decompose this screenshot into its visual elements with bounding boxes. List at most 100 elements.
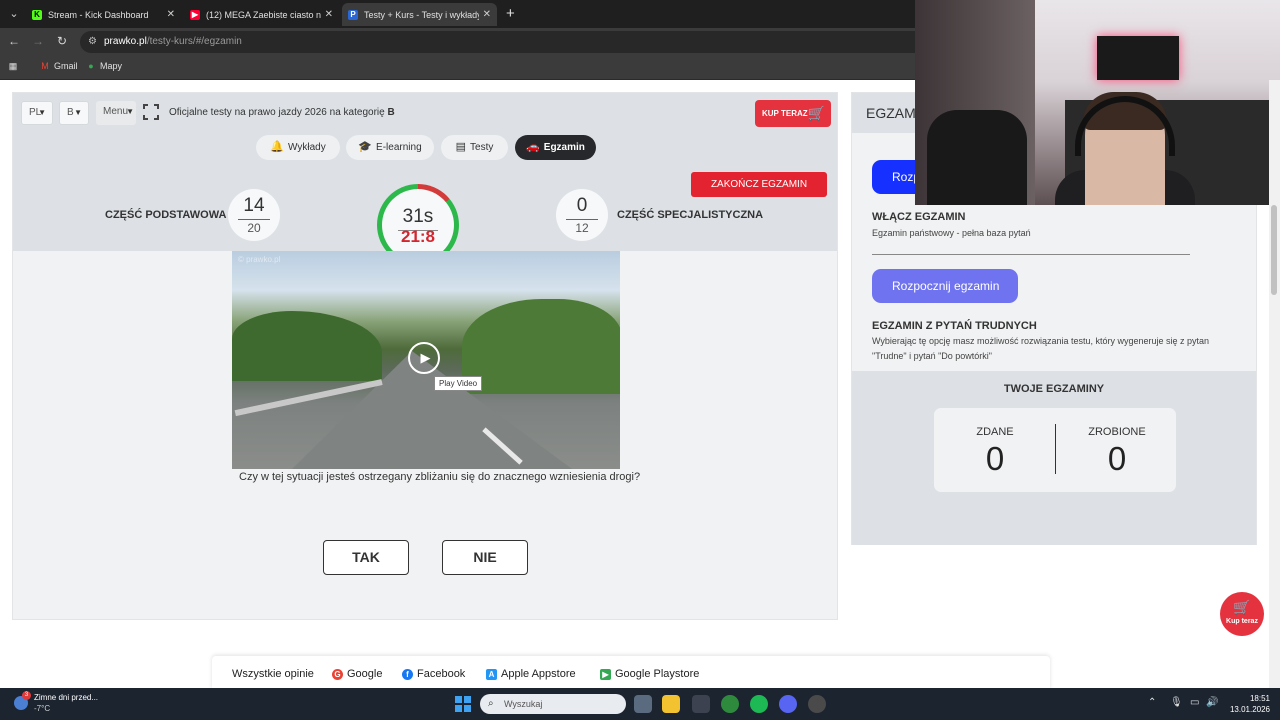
apps-grid-icon[interactable]: ▦ — [8, 61, 22, 71]
reviews-facebook-link[interactable]: f Facebook — [402, 668, 465, 680]
language-select[interactable]: PL ▼ — [21, 101, 53, 125]
task-view-icon[interactable] — [634, 695, 652, 713]
graduation-cap-icon: 🎓 — [358, 141, 373, 153]
chrome-icon[interactable] — [721, 695, 739, 713]
page-scrollbar[interactable] — [1269, 80, 1280, 688]
weather-widget[interactable]: 3 Zimne dni przed... -7°C — [14, 691, 98, 713]
appstore-icon: A — [486, 668, 497, 680]
nav-exam[interactable]: 🚗 Egzamin — [515, 135, 596, 160]
taskbar-search[interactable]: ⌕ Wyszukaj — [480, 694, 626, 714]
buy-now-button[interactable]: KUP TERAZ 🛒 — [755, 100, 831, 127]
basic-part-counter: 14 20 — [228, 189, 280, 241]
done-label: ZROBIONE — [1088, 426, 1146, 438]
playstore-icon: ▶ — [600, 668, 611, 680]
store-icon[interactable] — [692, 695, 710, 713]
document-icon: ▤ — [455, 141, 467, 153]
facebook-icon: f — [402, 668, 413, 680]
webcam-overlay — [915, 0, 1280, 205]
nav-elearning[interactable]: 🎓 E-learning — [346, 135, 434, 160]
timer-clock: 21:8 — [400, 227, 436, 246]
hard-exam-subtitle: Wybierając tę opcję masz możliwość rozwi… — [872, 336, 1210, 361]
close-tab-icon[interactable]: ✕ — [325, 9, 333, 20]
google-icon: G — [332, 668, 343, 680]
category-select[interactable]: B ▼ — [59, 101, 89, 125]
done-value: 0 — [1107, 440, 1127, 477]
tray-overflow-icon[interactable]: ⌃ — [1148, 697, 1156, 708]
chevron-down-icon: ▼ — [38, 108, 46, 117]
end-exam-button[interactable]: ZAKOŃCZ EGZAMIN — [691, 172, 827, 197]
tab-search-icon[interactable]: ⌄ — [6, 6, 22, 22]
exam-stats-box: ZDANE 0 ZROBIONE 0 — [934, 408, 1176, 492]
volume-icon[interactable]: 🔊 — [1206, 697, 1218, 708]
reviews-bar: Wszystkie opinie G Google f Facebook A A… — [212, 656, 1050, 690]
question-video[interactable]: © prawko.pl ▶ Play Video — [232, 251, 620, 469]
reload-icon[interactable]: ↻ — [54, 34, 70, 48]
video-watermark: © prawko.pl — [238, 255, 281, 264]
passed-value: 0 — [985, 440, 1005, 477]
network-icon[interactable]: ▭ — [1190, 697, 1199, 708]
search-icon: ⌕ — [488, 698, 494, 709]
kick-icon: K — [32, 9, 42, 20]
divider — [872, 254, 1190, 255]
nav-lectures[interactable]: 🔔 Wykłady — [256, 135, 340, 160]
cart-icon: 🛒 — [807, 105, 825, 121]
prawko-icon: P — [348, 9, 358, 20]
youtube-icon: ▶ — [190, 9, 200, 20]
chevron-down-icon: ▼ — [126, 107, 134, 116]
timer-seconds: 31s — [402, 206, 434, 227]
special-part-counter: 0 12 — [556, 189, 608, 241]
your-exams-section: TWOJE EGZAMINY ZDANE 0 ZROBIONE 0 — [852, 371, 1256, 545]
browser-tab-active[interactable]: P Testy + Kurs - Testy i wykłady n ✕ — [342, 3, 497, 26]
file-explorer-icon[interactable] — [662, 695, 680, 713]
browser-tab[interactable]: ▶ (12) MEGA Zaebiste ciasto na P ✕ — [184, 3, 339, 26]
menu-select[interactable]: Menu ▼ — [96, 101, 136, 125]
nav-tests[interactable]: ▤ Testy — [441, 135, 508, 160]
official-tests-text: Oficjalne testy na prawo jazdy 2026 na k… — [169, 107, 395, 118]
gmail-icon: M — [41, 61, 49, 71]
scrollbar-thumb[interactable] — [1271, 205, 1277, 295]
hard-exam-title: EGZAMIN Z PYTAŃ TRUDNYCH — [872, 320, 1037, 332]
enable-exam-title: WŁĄCZ EGZAMIN — [872, 211, 966, 223]
forward-icon[interactable]: → — [30, 34, 46, 48]
new-tab-icon[interactable]: + — [506, 5, 515, 22]
taskbar-clock[interactable]: 18:51 13.01.2026 — [1222, 693, 1270, 715]
reviews-playstore-link[interactable]: ▶ Google Playstore — [600, 668, 699, 680]
bell-icon: 🔔 — [270, 141, 284, 153]
exam-header: PL ▼ B ▼ Menu ▼ Oficjalne testy na prawo ja… — [13, 93, 837, 266]
fullscreen-icon[interactable] — [142, 103, 160, 121]
close-tab-icon[interactable]: ✕ — [167, 9, 175, 20]
maps-icon: ● — [88, 61, 94, 71]
answer-no-button[interactable]: NIE — [442, 540, 528, 575]
spotify-icon[interactable] — [750, 695, 768, 713]
floating-buy-button[interactable]: 🛒 Kup teraz — [1220, 592, 1264, 636]
close-tab-icon[interactable]: ✕ — [483, 9, 491, 20]
microphone-icon[interactable]: 🎙 — [1170, 697, 1183, 708]
reviews-google-link[interactable]: G Google — [332, 668, 382, 680]
back-icon[interactable]: ← — [6, 34, 22, 48]
url-field[interactable]: ⚙ prawko.pl/testy-kurs/#/egzamin — [80, 31, 930, 53]
bookmark-gmail[interactable]: M Gmail — [40, 61, 77, 71]
play-icon[interactable]: ▶ — [408, 342, 440, 374]
start-exam-button[interactable]: Rozpocznij egzamin — [872, 269, 1018, 303]
basic-part-label: CZĘŚĆ PODSTAWOWA — [105, 209, 227, 221]
your-exams-title: TWOJE EGZAMINY — [1003, 383, 1105, 395]
weather-icon: 3 — [14, 691, 31, 710]
windows-taskbar: 3 Zimne dni przed... -7°C ⌕ Wyszukaj ⌃ 🎙… — [0, 688, 1280, 720]
exam-panel: PL ▼ B ▼ Menu ▼ Oficjalne testy na prawo ja… — [12, 92, 838, 620]
start-icon[interactable] — [455, 696, 471, 712]
reviews-all-link[interactable]: Wszystkie opinie — [232, 668, 314, 680]
steam-icon[interactable] — [808, 695, 826, 713]
discord-icon[interactable] — [779, 695, 797, 713]
cart-icon: 🛒 — [1233, 599, 1251, 615]
notification-badge: 3 — [22, 691, 31, 700]
answer-yes-button[interactable]: TAK — [323, 540, 409, 575]
chevron-down-icon: ▼ — [74, 108, 82, 117]
enable-exam-subtitle: Egzamin państwowy - pełna baza pytań — [872, 228, 1031, 238]
car-icon: 🚗 — [526, 141, 540, 153]
reviews-appstore-link[interactable]: A Apple Appstore — [486, 668, 576, 680]
bookmark-maps[interactable]: ● Mapy — [86, 61, 122, 71]
browser-tab[interactable]: K Stream - Kick Dashboard ✕ — [26, 3, 181, 26]
passed-label: ZDANE — [976, 426, 1014, 438]
site-info-icon[interactable]: ⚙ — [88, 31, 97, 53]
special-part-label: CZĘŚĆ SPECJALISTYCZNA — [617, 209, 764, 221]
